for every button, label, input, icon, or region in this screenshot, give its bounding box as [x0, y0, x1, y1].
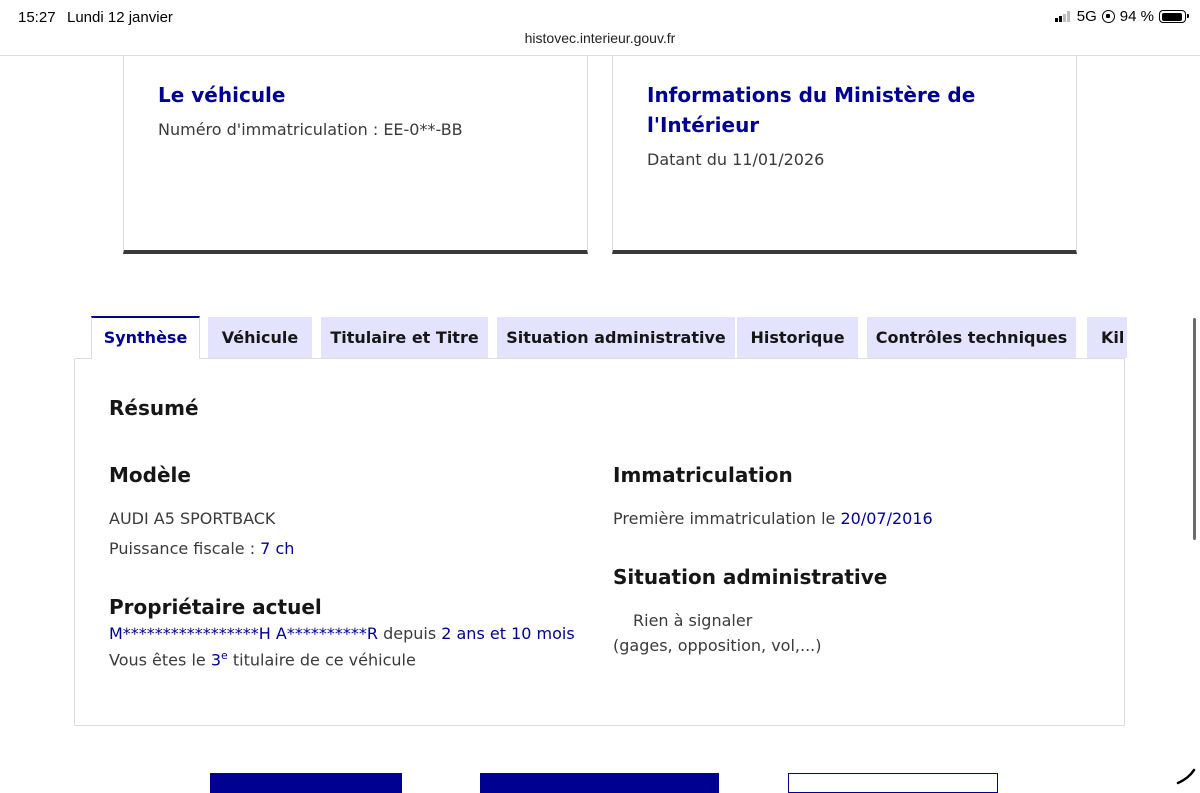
tab-vehicule[interactable]: Véhicule — [208, 317, 312, 358]
synthese-panel: Résumé Modèle AUDI A5 SPORTBACK Puissanc… — [74, 358, 1125, 726]
status-date: Lundi 12 janvier — [67, 9, 173, 26]
fiscal-power-value: 7 ch — [260, 539, 295, 558]
first-registration: Première immatriculation le 20/07/2016 — [613, 509, 933, 528]
status-right: 5G 94 % — [1054, 8, 1189, 25]
plate-number: Numéro d'immatriculation : EE-0**-BB — [158, 120, 463, 139]
home-indicator-icon — [1176, 768, 1196, 785]
summary-heading: Résumé — [109, 396, 199, 420]
owner-heading: Propriétaire actuel — [109, 595, 322, 619]
vehicle-card-title: Le véhicule — [158, 83, 286, 107]
tab-synthese[interactable]: Synthèse — [91, 316, 200, 359]
scrollbar[interactable] — [1193, 318, 1196, 540]
tab-titulaire-titre[interactable]: Titulaire et Titre — [321, 317, 488, 358]
owner-rank-prefix: Vous êtes le — [109, 650, 211, 670]
registration-heading: Immatriculation — [613, 463, 793, 487]
tab-situation-administrative[interactable]: Situation administrative — [497, 317, 735, 358]
owner-rank: Vous êtes le 3e titulaire de ce véhicule — [109, 649, 416, 669]
model-heading: Modèle — [109, 463, 191, 487]
model-name: AUDI A5 SPORTBACK — [109, 509, 276, 528]
tab-kilometrage[interactable]: Kil — [1087, 317, 1127, 358]
url-bar[interactable]: histovec.interieur.gouv.fr — [0, 30, 1200, 46]
owner-rank-tail: titulaire de ce véhicule — [227, 650, 416, 670]
admin-status-value: Rien à signaler — [633, 611, 753, 630]
status-time: 15:27 — [18, 9, 56, 26]
action-button-2[interactable] — [480, 773, 719, 793]
owner-since-value: 2 ans et 10 mois — [441, 624, 575, 643]
battery-percent: 94 % — [1119, 8, 1154, 25]
tab-historique[interactable]: Historique — [737, 317, 858, 358]
orientation-lock-icon — [1101, 10, 1115, 23]
action-button-1[interactable] — [210, 773, 402, 793]
owner-since-label: depuis — [377, 624, 442, 643]
owner-name: M*****************H A**********R — [109, 624, 378, 643]
fiscal-power-label: Puissance fiscale : — [109, 539, 261, 558]
data-date: Datant du 11/01/2026 — [647, 150, 825, 169]
ministry-card: Informations du Ministère de l'Intérieur… — [612, 56, 1077, 254]
network-type: 5G — [1076, 8, 1097, 25]
ministry-card-title: Informations du Ministère de l'Intérieur — [647, 83, 976, 137]
admin-status-detail: (gages, opposition, vol,...) — [613, 636, 822, 655]
signal-icon — [1054, 11, 1070, 22]
vehicle-card: Le véhicule Numéro d'immatriculation : E… — [123, 56, 588, 254]
action-button-3[interactable] — [788, 773, 998, 793]
status-bar: 15:27 Lundi 12 janvier 5G 94 % — [0, 0, 1200, 34]
first-registration-date: 20/07/2016 — [840, 509, 933, 528]
tab-controles-techniques[interactable]: Contrôles techniques — [867, 317, 1076, 358]
first-registration-label: Première immatriculation le — [613, 509, 841, 528]
fiscal-power: Puissance fiscale : 7 ch — [109, 539, 294, 558]
owner-rank-number: 3 — [210, 650, 221, 670]
owner-rank-suffix: e — [221, 649, 228, 662]
admin-status-heading: Situation administrative — [613, 565, 888, 589]
owner-line: M*****************H A**********R depuis … — [109, 624, 575, 643]
battery-icon — [1159, 10, 1189, 23]
